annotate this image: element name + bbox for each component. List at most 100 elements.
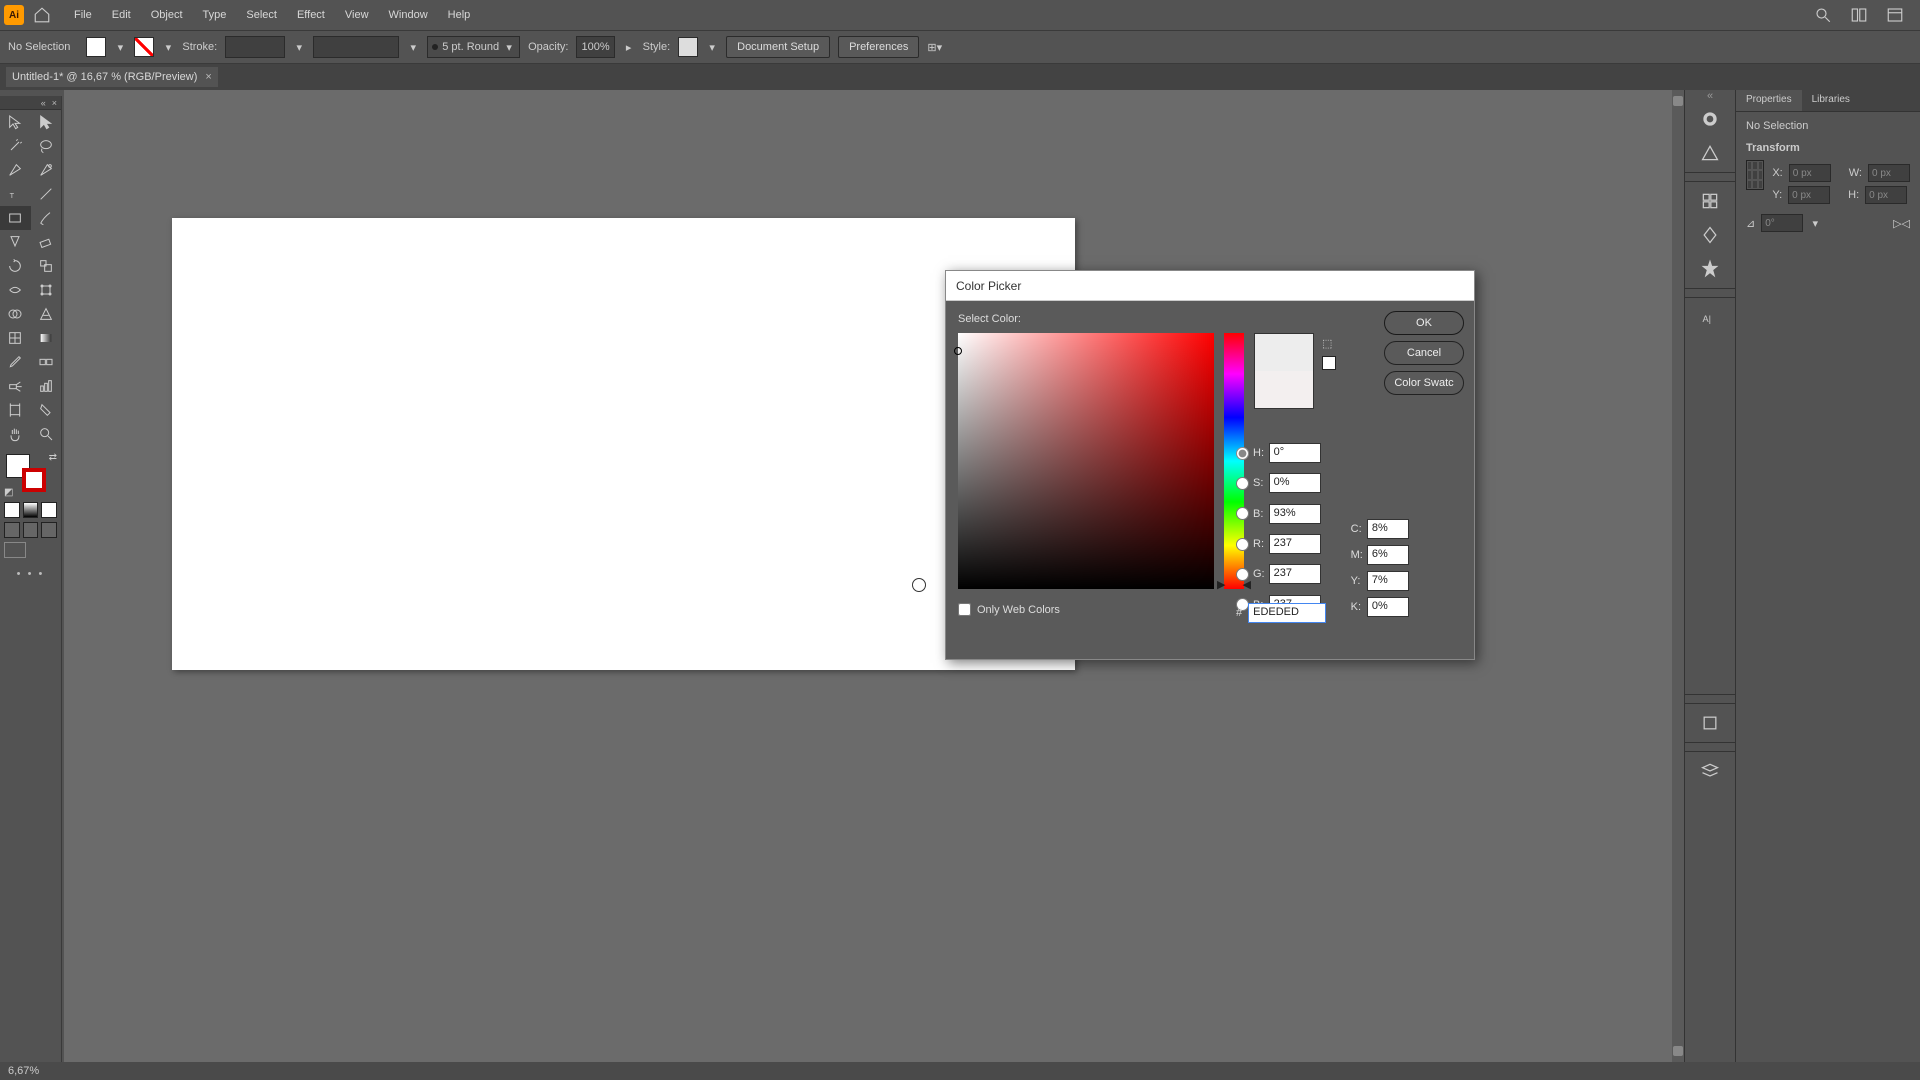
search-icon[interactable]	[1812, 4, 1834, 26]
magic-wand-tool[interactable]	[0, 134, 31, 158]
tab-properties[interactable]: Properties	[1736, 90, 1802, 111]
align-icon[interactable]: ⊞▾	[927, 41, 942, 54]
artboard-tool[interactable]	[0, 398, 31, 422]
draw-inside-icon[interactable]	[41, 522, 57, 538]
chevron-down-icon[interactable]: ▾	[706, 41, 718, 54]
g-radio[interactable]	[1236, 568, 1249, 581]
collapse-grip-icon[interactable]: «	[1685, 90, 1735, 102]
workspace-switcher-icon[interactable]	[1884, 4, 1906, 26]
hand-tool[interactable]	[0, 422, 31, 446]
shaper-tool[interactable]	[0, 230, 31, 254]
vertical-scrollbar[interactable]	[1672, 90, 1684, 1062]
screen-mode-icon[interactable]	[4, 542, 26, 558]
h-radio[interactable]	[1236, 447, 1249, 460]
menu-effect[interactable]: Effect	[287, 3, 335, 27]
collapse-icon[interactable]: «	[41, 98, 46, 108]
web-safe-icon[interactable]	[1322, 356, 1336, 370]
slice-tool[interactable]	[31, 398, 62, 422]
lasso-tool[interactable]	[31, 134, 62, 158]
h-field[interactable]: 0°	[1269, 443, 1321, 463]
out-of-gamut-icon[interactable]: ⬚	[1322, 337, 1336, 350]
menu-file[interactable]: File	[64, 3, 102, 27]
selection-tool[interactable]	[0, 110, 31, 134]
chevron-right-icon[interactable]: ▸	[623, 41, 635, 54]
shape-builder-tool[interactable]	[0, 302, 31, 326]
draw-normal-icon[interactable]	[4, 522, 20, 538]
color-swatches-button[interactable]: Color Swatc	[1384, 371, 1464, 395]
angle-field[interactable]: 0°	[1761, 214, 1803, 232]
layers-panel-icon[interactable]	[1685, 754, 1735, 788]
menu-help[interactable]: Help	[438, 3, 481, 27]
color-mode-none[interactable]	[41, 502, 57, 518]
graphic-style-swatch[interactable]	[678, 37, 698, 57]
direct-selection-tool[interactable]	[31, 110, 62, 134]
color-panel-icon[interactable]	[1685, 102, 1735, 136]
g-field[interactable]: 237	[1269, 564, 1321, 584]
fill-swatch[interactable]	[86, 37, 106, 57]
chevron-down-icon[interactable]: ▾	[407, 41, 419, 54]
tab-libraries[interactable]: Libraries	[1802, 90, 1860, 111]
type-tool[interactable]: T	[0, 182, 31, 206]
document-setup-button[interactable]: Document Setup	[726, 36, 830, 58]
close-icon[interactable]: ×	[52, 98, 57, 108]
w-field[interactable]: 0 px	[1868, 164, 1910, 182]
zoom-level[interactable]: 6,67%	[8, 1065, 39, 1077]
cancel-button[interactable]: Cancel	[1384, 341, 1464, 365]
paintbrush-tool[interactable]	[31, 206, 62, 230]
scale-tool[interactable]	[31, 254, 62, 278]
symbol-sprayer-tool[interactable]	[0, 374, 31, 398]
free-transform-tool[interactable]	[31, 278, 62, 302]
chevron-down-icon[interactable]: ▾	[114, 41, 126, 54]
web-colors-checkbox[interactable]	[958, 603, 971, 616]
color-mode-color[interactable]	[4, 502, 20, 518]
stroke-swatch[interactable]	[134, 37, 154, 57]
scroll-down-icon[interactable]	[1673, 1046, 1683, 1056]
chevron-down-icon[interactable]: ▾	[162, 41, 174, 54]
zoom-tool[interactable]	[31, 422, 62, 446]
opacity-field[interactable]: 100%	[576, 36, 614, 58]
ok-button[interactable]: OK	[1384, 311, 1464, 335]
close-icon[interactable]: ×	[205, 71, 211, 83]
curvature-tool[interactable]	[31, 158, 62, 182]
eraser-tool[interactable]	[31, 230, 62, 254]
menu-select[interactable]: Select	[236, 3, 287, 27]
r-field[interactable]: 237	[1269, 534, 1321, 554]
stroke-weight-field[interactable]	[225, 36, 285, 58]
x-field[interactable]: 0 px	[1789, 164, 1831, 182]
swap-fill-stroke-icon[interactable]: ⇄	[49, 452, 57, 463]
chevron-down-icon[interactable]: ▾	[293, 41, 305, 54]
brushes-panel-icon[interactable]	[1685, 218, 1735, 252]
mesh-tool[interactable]	[0, 326, 31, 350]
draw-behind-icon[interactable]	[23, 522, 39, 538]
home-icon[interactable]	[30, 3, 54, 27]
fill-stroke-control[interactable]: ⇄ ◩	[0, 450, 61, 500]
flip-horizontal-icon[interactable]: ▷◁	[1893, 217, 1910, 230]
s-field[interactable]: 0%	[1269, 473, 1321, 493]
b-radio[interactable]	[1236, 507, 1249, 520]
pen-tool[interactable]	[0, 158, 31, 182]
menu-edit[interactable]: Edit	[102, 3, 141, 27]
default-fill-stroke-icon[interactable]: ◩	[4, 487, 13, 498]
arrange-docs-icon[interactable]	[1848, 4, 1870, 26]
y-field[interactable]: 0 px	[1788, 186, 1830, 204]
y-field[interactable]: 7%	[1367, 571, 1409, 591]
variable-width-field[interactable]	[313, 36, 399, 58]
perspective-tool[interactable]	[31, 302, 62, 326]
line-tool[interactable]	[31, 182, 62, 206]
edit-toolbar-button[interactable]: • • •	[0, 560, 61, 588]
reference-point-selector[interactable]	[1746, 160, 1764, 190]
k-field[interactable]: 0%	[1367, 597, 1409, 617]
artboard[interactable]	[172, 218, 1075, 670]
blend-tool[interactable]	[31, 350, 62, 374]
brush-preset-dropdown[interactable]: 5 pt. Round▾	[427, 36, 520, 58]
appearance-panel-icon[interactable]	[1685, 706, 1735, 740]
s-radio[interactable]	[1236, 477, 1249, 490]
r-radio[interactable]	[1236, 538, 1249, 551]
rotate-tool[interactable]	[0, 254, 31, 278]
color-guide-panel-icon[interactable]	[1685, 136, 1735, 170]
menu-object[interactable]: Object	[141, 3, 193, 27]
h-field[interactable]: 0 px	[1865, 186, 1907, 204]
menu-type[interactable]: Type	[193, 3, 237, 27]
chevron-down-icon[interactable]: ▾	[1809, 217, 1821, 230]
scroll-up-icon[interactable]	[1673, 96, 1683, 106]
